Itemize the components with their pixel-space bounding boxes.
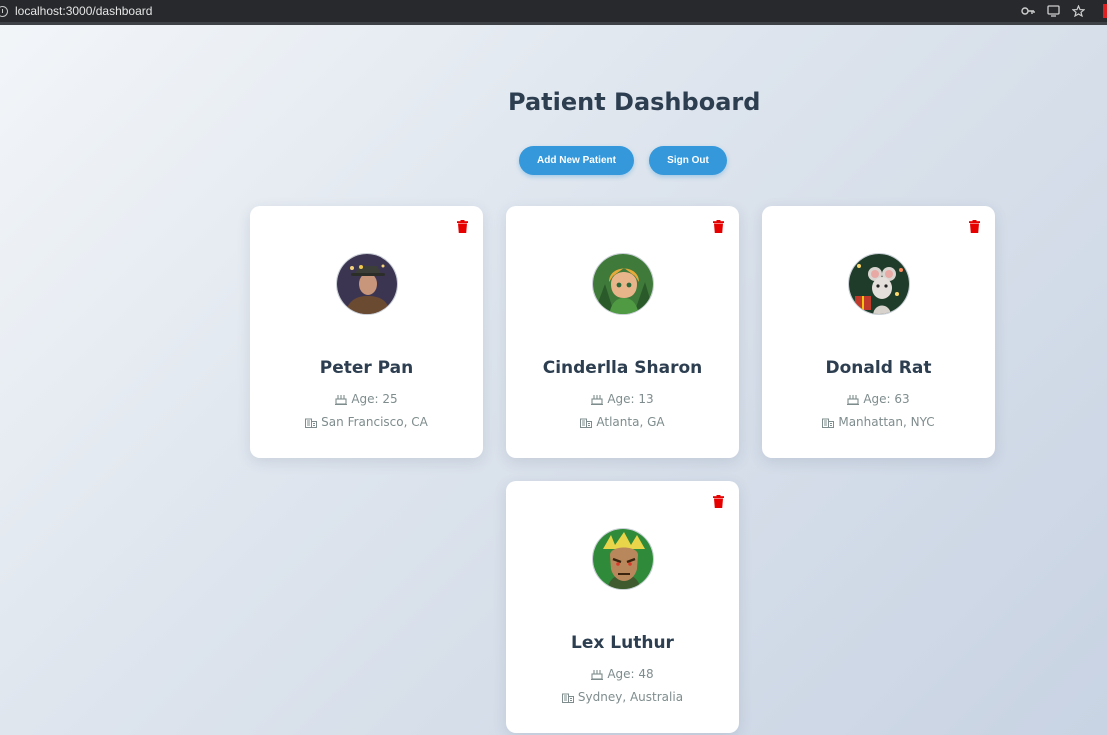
patient-location-text: Sydney, Australia (577, 690, 684, 704)
mouse-avatar-icon (848, 253, 910, 315)
trash-icon[interactable] (713, 495, 724, 508)
patient-location-text: Manhattan, NYC (838, 415, 935, 429)
star-icon[interactable] (1072, 5, 1085, 17)
patient-name: Peter Pan (319, 358, 414, 378)
patient-location: Atlanta, GA (506, 415, 739, 429)
patient-location-text: Atlanta, GA (596, 415, 665, 429)
patient-location-text: San Francisco, CA (321, 415, 428, 429)
patient-card[interactable]: Cinderlla Sharon Age: 13 Atlanta, GA (506, 206, 739, 458)
patient-card[interactable]: Lex Luthur Age: 48 Sydney, Australia (506, 481, 739, 733)
patient-name: Lex Luthur (571, 633, 674, 653)
trash-icon[interactable] (457, 220, 468, 233)
building-icon (822, 418, 835, 428)
villain-avatar-icon (592, 528, 654, 590)
patient-age: Age: 48 (506, 667, 739, 681)
building-icon (561, 693, 574, 703)
address-bar[interactable]: localhost:3000/dashboard (15, 4, 152, 18)
patient-card[interactable]: Peter Pan Age: 25 San Francisco, CA (250, 206, 483, 458)
patient-age-text: Age: 48 (607, 667, 654, 681)
patient-age-text: Age: 13 (607, 392, 654, 406)
building-icon (305, 418, 318, 428)
browser-bar: localhost:3000/dashboard (0, 0, 1107, 22)
browser-toolbar (1021, 0, 1107, 22)
patient-age: Age: 13 (506, 392, 739, 406)
browser-divider (0, 22, 1107, 25)
adventurer-avatar-icon (336, 253, 398, 315)
patient-card[interactable]: Donald Rat Age: 63 Manhattan, NYC (762, 206, 995, 458)
elf-girl-avatar-icon (592, 253, 654, 315)
cast-icon[interactable] (1047, 5, 1060, 17)
cake-icon (591, 394, 604, 405)
sign-out-button[interactable]: Sign Out (649, 146, 727, 175)
cake-icon (335, 394, 348, 405)
patient-age: Age: 63 (762, 392, 995, 406)
cake-icon (847, 394, 860, 405)
trash-icon[interactable] (713, 220, 724, 233)
patient-name: Donald Rat (825, 358, 932, 378)
patient-location: San Francisco, CA (250, 415, 483, 429)
patient-age-text: Age: 63 (863, 392, 910, 406)
patient-age: Age: 25 (250, 392, 483, 406)
profile-edge (1103, 4, 1107, 18)
building-icon (580, 418, 593, 428)
patient-location: Sydney, Australia (506, 690, 739, 704)
info-icon[interactable] (0, 5, 8, 17)
key-icon[interactable] (1021, 6, 1035, 16)
cake-icon (591, 669, 604, 680)
patient-location: Manhattan, NYC (762, 415, 995, 429)
add-patient-button[interactable]: Add New Patient (519, 146, 634, 175)
patient-name: Cinderlla Sharon (542, 358, 703, 378)
page-title: Patient Dashboard (508, 88, 761, 116)
trash-icon[interactable] (969, 220, 980, 233)
patient-age-text: Age: 25 (351, 392, 398, 406)
